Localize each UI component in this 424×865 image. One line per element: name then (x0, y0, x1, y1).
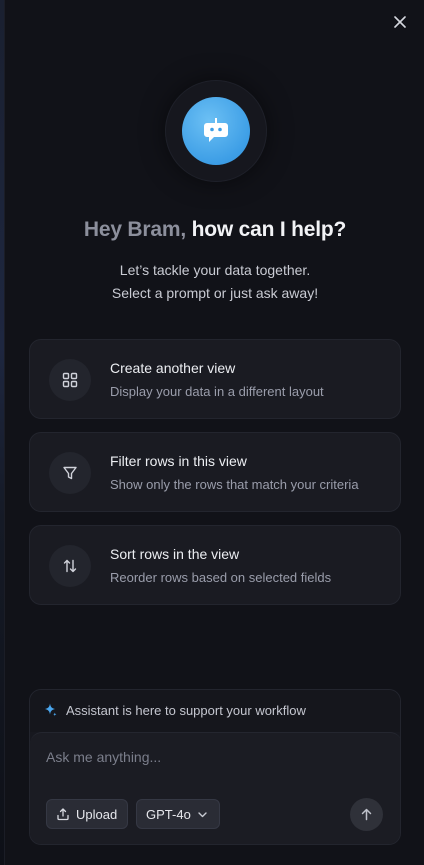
robot-chat-icon (204, 118, 228, 142)
assistant-panel: Hey Bram, how can I help? Let’s tackle y… (4, 0, 424, 865)
subtitle-line-2: Select a prompt or just ask away! (111, 285, 319, 301)
message-input[interactable]: Ask me anything... Upload GPT-4o (30, 732, 400, 844)
prompt-icon-wrap (49, 452, 91, 494)
assistant-avatar-ring (165, 80, 267, 182)
notice-text: Assistant is here to support your workfl… (66, 703, 306, 718)
chevron-down-icon (198, 812, 207, 818)
prompt-description: Show only the rows that match your crite… (110, 477, 359, 492)
prompt-card-create-view[interactable]: Create another view Display your data in… (29, 339, 401, 419)
prompt-icon-wrap (49, 545, 91, 587)
sparkle-icon (45, 703, 57, 717)
assistant-avatar (182, 97, 250, 165)
assistant-notice: Assistant is here to support your workfl… (30, 690, 400, 732)
prompt-title: Create another view (110, 360, 236, 376)
chat-composer: Assistant is here to support your workfl… (29, 689, 401, 845)
sort-icon (63, 559, 77, 573)
prompt-card-filter-rows[interactable]: Filter rows in this view Show only the r… (29, 432, 401, 512)
upload-button[interactable]: Upload (46, 799, 128, 829)
prompt-icon-wrap (49, 359, 91, 401)
filter-icon (63, 466, 77, 480)
prompt-title: Sort rows in the view (110, 546, 240, 562)
upload-label: Upload (76, 807, 118, 822)
close-button[interactable] (390, 12, 410, 32)
subtitle-line-1: Let’s tackle your data together. (119, 262, 311, 278)
upload-icon (57, 808, 69, 821)
message-placeholder: Ask me anything... (46, 749, 162, 765)
greeting-name: Hey Bram, (83, 218, 186, 241)
greeting-subtitle: Let’s tackle your data together. Select … (5, 259, 424, 305)
greeting-question: how can I help? (191, 218, 347, 241)
prompt-description: Reorder rows based on selected fields (110, 570, 332, 585)
send-button[interactable] (350, 798, 383, 831)
close-icon (394, 16, 406, 28)
grid-icon (62, 372, 78, 388)
prompt-description: Display your data in a different layout (110, 384, 324, 399)
prompt-card-sort-rows[interactable]: Sort rows in the view Reorder rows based… (29, 525, 401, 605)
model-select[interactable]: GPT-4o (136, 799, 220, 829)
greeting-heading: Hey Bram, how can I help? (5, 218, 424, 242)
prompt-title: Filter rows in this view (110, 453, 247, 469)
model-label: GPT-4o (146, 807, 191, 822)
arrow-up-icon (361, 808, 372, 821)
